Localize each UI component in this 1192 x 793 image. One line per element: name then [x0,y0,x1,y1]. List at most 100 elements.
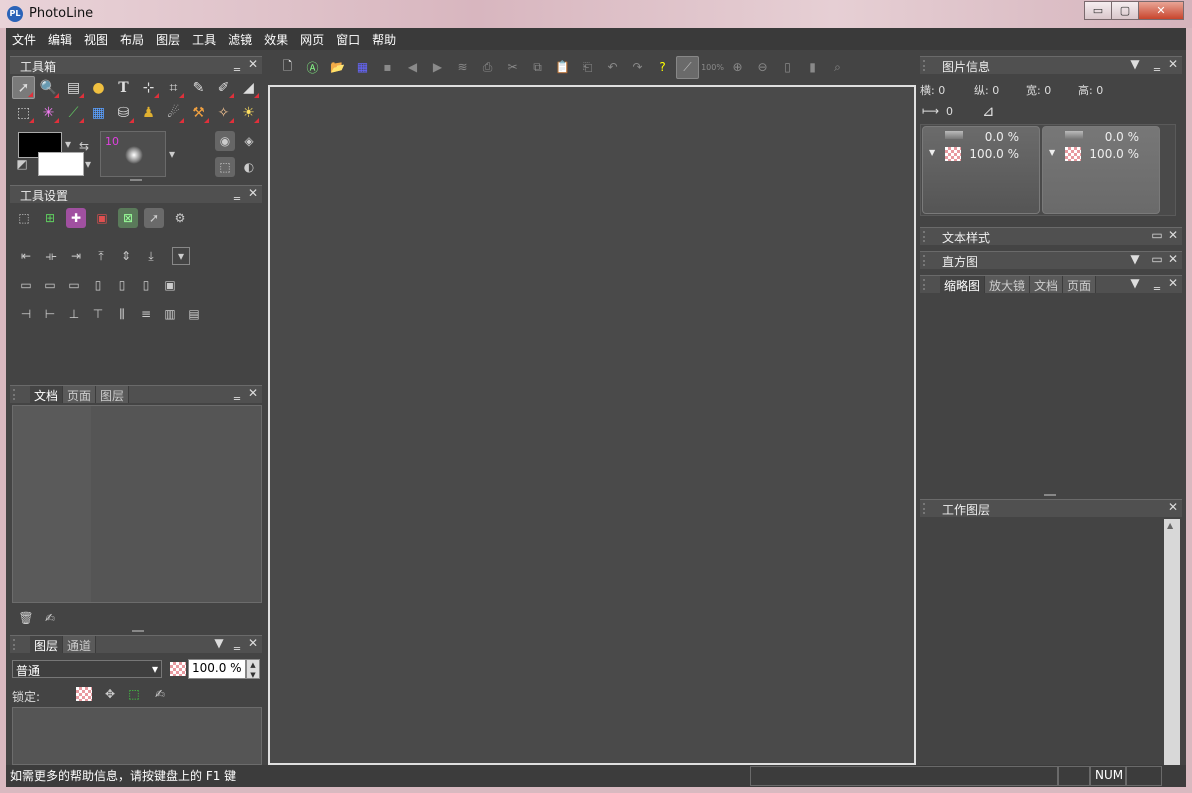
menu-file[interactable]: 文件 [6,28,42,50]
minimize-panel-icon[interactable]: ‗ [230,386,244,400]
close-panel-icon[interactable]: ✕ [1166,57,1180,71]
align-hcenter-icon[interactable]: ⟛ [41,246,61,266]
close-panel-icon[interactable]: ✕ [246,386,260,400]
crop-tool-icon[interactable]: ⌗ [162,76,185,99]
menu-effects[interactable]: 效果 [258,28,294,50]
space-h2-icon[interactable]: ⊢ [40,304,60,324]
quick-mask-icon[interactable]: ⬚ [215,157,235,177]
stamp-tool-icon[interactable]: ♟ [137,101,160,124]
fit-window-icon[interactable]: ▮ [801,56,824,79]
sharpen-tool-icon[interactable]: ✧ [212,101,235,124]
close-panel-icon[interactable]: ✕ [246,57,260,71]
image-mode-icon[interactable]: ▣ [92,208,112,228]
trash-icon[interactable]: 🗑 [16,608,36,628]
panel-menu-icon[interactable]: ▼ [1128,252,1142,266]
paste-icon[interactable]: 📋 [551,56,574,79]
path-tool-icon[interactable]: ⊹ [137,76,160,99]
menu-layer[interactable]: 图层 [150,28,186,50]
menu-help[interactable]: 帮助 [366,28,402,50]
tab-magnifier[interactable]: 放大镜 [985,276,1031,293]
align-right-icon[interactable]: ⇥ [66,246,86,266]
work-layers-scrollbar[interactable]: ▲ [1164,519,1180,765]
panel-splitter[interactable] [132,630,144,632]
distribute-top-icon[interactable]: ▯ [88,275,108,295]
transform-mode-icon[interactable]: ⊞ [40,208,60,228]
distribute-right-icon[interactable]: ▭ [64,275,84,295]
channel-card-1[interactable]: 0.0 % ▼ 100.0 % [922,126,1040,214]
new-document-icon[interactable]: 🗋 [276,56,299,79]
select-mode-icon[interactable]: ⬚ [14,208,34,228]
context-help-icon[interactable]: ? [651,56,674,79]
scan-icon[interactable]: ≋ [451,56,474,79]
tab-page[interactable]: 页面 [63,386,97,403]
light-tool-icon[interactable]: ☀ [237,101,260,124]
close-panel-icon[interactable]: ✕ [1166,276,1180,290]
restore-panel-icon[interactable]: ▭ [1150,252,1164,266]
space-v2-icon[interactable]: ⊤ [88,304,108,324]
mask-mode-icon[interactable]: ◉ [215,131,235,151]
panel-menu-icon[interactable]: ▼ [1128,57,1142,71]
align-dropdown-icon[interactable]: ▾ [172,247,190,265]
layers-list[interactable] [12,707,262,765]
space-h1-icon[interactable]: ⊣ [16,304,36,324]
minimize-panel-icon[interactable]: ‗ [230,57,244,71]
smudge-tool-icon[interactable]: ☄ [162,101,185,124]
add-mode-icon[interactable]: ✚ [66,208,86,228]
distribute-center-icon[interactable]: ▭ [40,275,60,295]
fit-page-icon[interactable]: ▯ [776,56,799,79]
workspace-canvas[interactable] [268,85,916,765]
shape-tool-icon[interactable]: ● [87,76,110,99]
brush-tool-icon[interactable]: ✐ [212,76,235,99]
edit-icon[interactable]: ✍ [40,608,60,628]
distribute-bottom-icon[interactable]: ▯ [136,275,156,295]
lock-transparency-icon[interactable] [76,687,92,701]
channel-card-2[interactable]: 0.0 % ▼ 100.0 % [1042,126,1160,214]
opacity-field[interactable]: 100.0 % [188,659,246,679]
tab-page[interactable]: 页面 [1063,276,1097,293]
brush-preview[interactable]: 10 [100,131,166,177]
menu-layout[interactable]: 布局 [114,28,150,50]
mask-swap-icon[interactable]: ◐ [239,157,259,177]
minimize-panel-icon[interactable]: ‗ [1150,57,1164,71]
gradient-tool-icon[interactable]: ▦ [87,101,110,124]
undo-icon[interactable]: ↶ [601,56,624,79]
cut-icon[interactable]: ✂ [501,56,524,79]
pointer-mode-icon[interactable]: ➚ [144,208,164,228]
align-bottom-icon[interactable]: ⤓ [141,246,161,266]
redo-icon[interactable]: ↷ [626,56,649,79]
close-panel-icon[interactable]: ✕ [246,636,260,650]
minimize-panel-icon[interactable]: ‗ [1150,276,1164,290]
zoom-tool-icon[interactable]: ⌕ [826,56,849,79]
space-equal-v-icon[interactable]: ≡ [136,304,156,324]
menu-view[interactable]: 视图 [78,28,114,50]
tab-layers[interactable]: 图层 [96,386,130,403]
text-box-tool-icon[interactable]: ▤ [62,76,85,99]
dodge-tool-icon[interactable]: ⚒ [187,101,210,124]
paste-new-icon[interactable]: ⎗ [576,56,599,79]
menu-filter[interactable]: 滤镜 [222,28,258,50]
zoom-100-label[interactable]: 100% [701,56,724,79]
eyedropper-tool-icon[interactable]: ✎ [187,76,210,99]
minimize-button[interactable]: ▭ [1084,1,1112,20]
tab-thumbnail[interactable]: 缩略图 [940,276,986,293]
document-list[interactable] [12,405,262,603]
text-tool-icon[interactable]: T [112,76,135,99]
panel-splitter[interactable] [130,179,142,181]
open-folder-icon[interactable]: 📂 [326,56,349,79]
settings-gear-icon[interactable]: ⚙ [170,208,190,228]
default-colors-icon[interactable]: ◩ [14,156,30,172]
mask-options-icon[interactable]: ◈ [239,131,259,151]
center-page-icon[interactable]: ▣ [160,275,180,295]
work-layers-list[interactable] [920,519,1164,765]
menu-edit[interactable]: 编辑 [42,28,78,50]
space-fill-v-icon[interactable]: ▤ [184,304,204,324]
fill-tool-icon[interactable]: ⛁ [112,101,135,124]
distribute-middle-icon[interactable]: ▯ [112,275,132,295]
browser-icon[interactable]: ▦ [351,56,374,79]
space-fill-h-icon[interactable]: ▥ [160,304,180,324]
new-text-document-icon[interactable]: Ⓐ [301,56,324,79]
magic-wand-tool-icon[interactable]: ✳ [37,101,60,124]
print-icon[interactable]: ⎙ [476,56,499,79]
menu-window[interactable]: 窗口 [330,28,366,50]
panel-splitter[interactable] [1044,494,1056,496]
